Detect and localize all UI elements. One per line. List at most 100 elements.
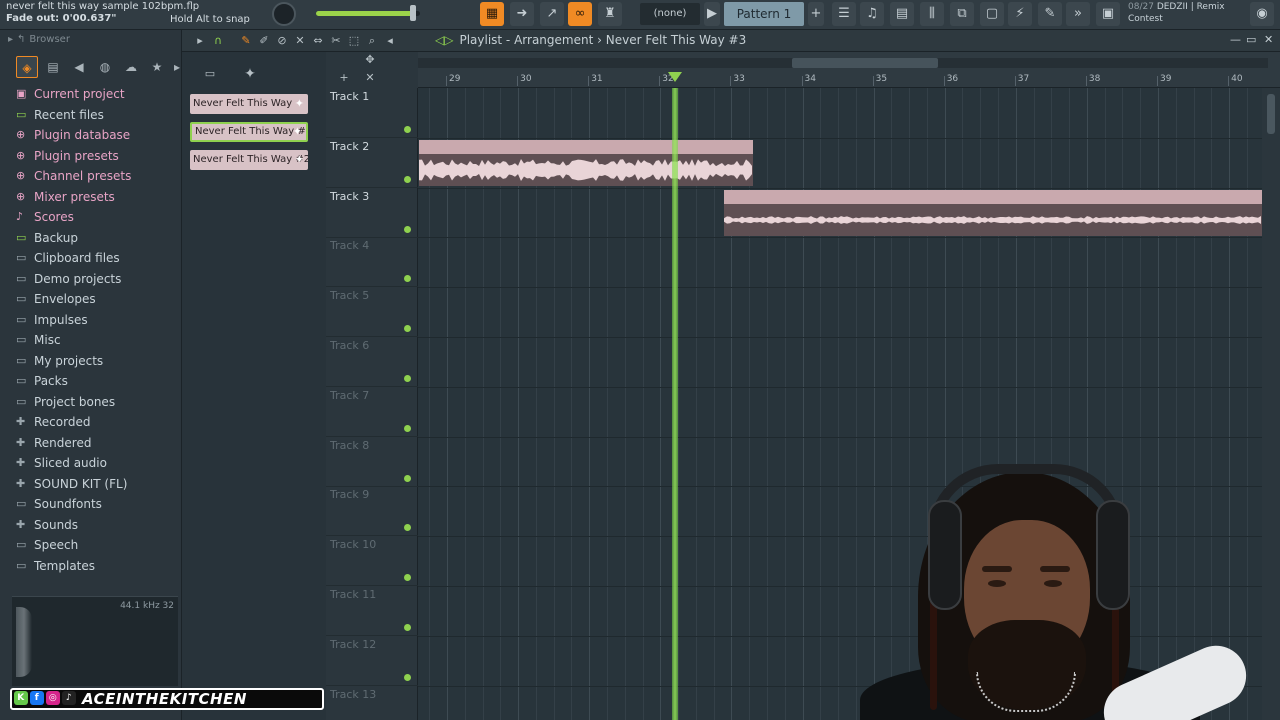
picker-audio-icon[interactable]: ✦ xyxy=(242,66,258,82)
playlist-icon[interactable]: ☰ xyxy=(832,2,856,26)
browser-item[interactable]: ▭ Speech xyxy=(12,535,178,556)
browser-item[interactable]: ▭ Clipboard files xyxy=(12,248,178,269)
browser-item[interactable]: ▭ Packs xyxy=(12,371,178,392)
render-icon[interactable]: » xyxy=(1066,2,1090,26)
browser-item[interactable]: ♪ Scores xyxy=(12,207,178,228)
tools-icon[interactable]: ✎ xyxy=(1038,2,1062,26)
browser-item[interactable]: ▭ Project bones xyxy=(12,392,178,413)
browser-item[interactable]: ▭ Misc xyxy=(12,330,178,351)
browser-item[interactable]: ⊕ Plugin presets xyxy=(12,146,178,167)
vertical-scrollbar[interactable] xyxy=(1262,88,1280,720)
link-icon[interactable]: ∞ xyxy=(568,2,592,26)
track-header[interactable]: Track 5 xyxy=(326,287,418,338)
track-mute-led[interactable] xyxy=(404,126,411,133)
pencil-icon[interactable]: ✎ xyxy=(238,33,254,49)
track-header[interactable]: Track 1 xyxy=(326,88,418,138)
pattern-selector[interactable]: Pattern 1 xyxy=(724,2,804,26)
scroll-thumb[interactable] xyxy=(792,58,938,68)
maximize-icon[interactable]: ▭ xyxy=(1246,33,1256,46)
track-header[interactable]: Track 8 xyxy=(326,437,418,487)
all-files-icon[interactable]: ◈ xyxy=(16,56,38,78)
track-header[interactable]: Track 13 xyxy=(326,686,418,720)
play-pattern-icon[interactable]: ▶ xyxy=(704,2,720,26)
timeline-ruler[interactable]: 29 30 31 32 33 34 35 36 37 38 39 40 xyxy=(418,52,1280,88)
browser-item[interactable]: ▭ Impulses xyxy=(12,310,178,331)
track-header[interactable]: Track 11 xyxy=(326,586,418,636)
track-mute-led[interactable] xyxy=(404,524,411,532)
delete-icon[interactable]: ⊘ xyxy=(274,33,290,49)
paint-icon[interactable]: ✐ xyxy=(256,33,272,49)
track-header[interactable]: Track 3 xyxy=(326,188,418,238)
mixer-icon[interactable]: ⫼ xyxy=(920,2,944,26)
mute-icon[interactable]: ✕ xyxy=(292,33,308,49)
track-mute-led[interactable] xyxy=(404,574,411,582)
browser-item[interactable]: ✚ Rendered xyxy=(12,433,178,454)
menu-icon[interactable]: ▸ xyxy=(8,34,13,45)
picker-clip[interactable]: Never Felt This Way ✦ xyxy=(190,94,308,114)
picker-collapse-icon[interactable]: ▭ xyxy=(202,66,218,82)
store-icon[interactable]: ▣ xyxy=(1096,2,1120,26)
master-volume-slider[interactable] xyxy=(316,11,420,16)
browser-icon[interactable]: ▢ xyxy=(980,2,1004,26)
master-volume-handle[interactable] xyxy=(410,5,416,21)
playhead[interactable] xyxy=(671,88,678,720)
file-icon[interactable]: ▤ xyxy=(42,56,64,78)
browser-item[interactable]: ✚ SOUND KIT (FL) xyxy=(12,474,178,495)
minimize-icon[interactable]: — xyxy=(1230,33,1241,46)
playback-icon[interactable]: ◂ xyxy=(382,33,398,49)
browser-item[interactable]: ▭ Demo projects xyxy=(12,269,178,290)
slip-icon[interactable]: ⇔ xyxy=(310,33,326,49)
playlist-menu-icon[interactable]: ▸ xyxy=(192,33,208,49)
track-mute-led[interactable] xyxy=(404,225,411,233)
vertical-scroll-thumb[interactable] xyxy=(1267,94,1275,134)
typing-keyboard-button[interactable]: ▦ xyxy=(480,2,504,26)
browser-item[interactable]: ▭ Backup xyxy=(12,228,178,249)
audio-clip[interactable]: Never Felt This Way #2 xyxy=(418,139,753,186)
add-pattern-icon[interactable]: + xyxy=(808,2,824,26)
track-mute-led[interactable] xyxy=(404,175,411,183)
slide-icon[interactable]: ↗ xyxy=(540,2,564,26)
back-icon[interactable]: ↰ xyxy=(17,34,25,45)
move-icon[interactable]: ✥ xyxy=(362,52,378,68)
star-icon[interactable]: ★ xyxy=(146,56,168,78)
track-header[interactable]: Track 6 xyxy=(326,337,418,387)
browser-item[interactable]: ▭ Templates xyxy=(12,556,178,577)
track-mute-led[interactable] xyxy=(404,325,411,333)
audio-clip[interactable]: Never Felt This Way #3 xyxy=(724,189,1262,236)
browser-item[interactable]: ✚ Sliced audio xyxy=(12,453,178,474)
close-icon[interactable]: ✕ xyxy=(1264,33,1273,46)
track-header[interactable]: Track 2 xyxy=(326,138,418,188)
browser-item[interactable]: ▣ Current project xyxy=(12,84,178,105)
plugin-picker-icon[interactable]: ⚡ xyxy=(1008,2,1032,26)
track-header[interactable]: Track 12 xyxy=(326,636,418,686)
browser-item[interactable]: ⊕ Channel presets xyxy=(12,166,178,187)
track-mute-led[interactable] xyxy=(404,673,411,681)
browser-item[interactable]: ⊕ Mixer presets xyxy=(12,187,178,208)
channel-icon[interactable]: ⧉ xyxy=(950,2,974,26)
select-icon[interactable]: ⬚ xyxy=(346,33,362,49)
browser-item[interactable]: ✚ Sounds xyxy=(12,515,178,536)
track-header[interactable]: Track 9 xyxy=(326,486,418,537)
track-mute-led[interactable] xyxy=(404,624,411,631)
browser-item[interactable]: ▭ My projects xyxy=(12,351,178,372)
track-mute-led[interactable] xyxy=(404,424,411,432)
browser-item[interactable]: ✚ Recorded xyxy=(12,412,178,433)
track-header[interactable]: Track 4 xyxy=(326,237,418,288)
metronome-icon[interactable]: ♜ xyxy=(598,2,622,26)
online-icon[interactable]: ◉ xyxy=(1250,2,1274,26)
browser-item[interactable]: ▭ Envelopes xyxy=(12,289,178,310)
piano-roll-icon[interactable]: ♫ xyxy=(860,2,884,26)
picker-clip[interactable]: Never Felt This Way #3 ✦ xyxy=(190,122,308,142)
add-track-icon[interactable]: + xyxy=(336,70,352,86)
refresh-icon[interactable]: ◍ xyxy=(94,56,116,78)
zoom-icon[interactable]: ⌕ xyxy=(364,33,380,49)
remove-icon[interactable]: ✕ xyxy=(362,70,378,86)
mixer-target-select[interactable]: (none) xyxy=(640,3,700,25)
browser-item[interactable]: ▭ Soundfonts xyxy=(12,494,178,515)
track-mute-led[interactable] xyxy=(404,474,411,482)
cloud-icon[interactable]: ☁ xyxy=(120,56,142,78)
slice-icon[interactable]: ✂ xyxy=(328,33,344,49)
track-header[interactable]: Track 7 xyxy=(326,387,418,437)
browser-item[interactable]: ⊕ Plugin database xyxy=(12,125,178,146)
channel-rack-icon[interactable]: ▤ xyxy=(890,2,914,26)
